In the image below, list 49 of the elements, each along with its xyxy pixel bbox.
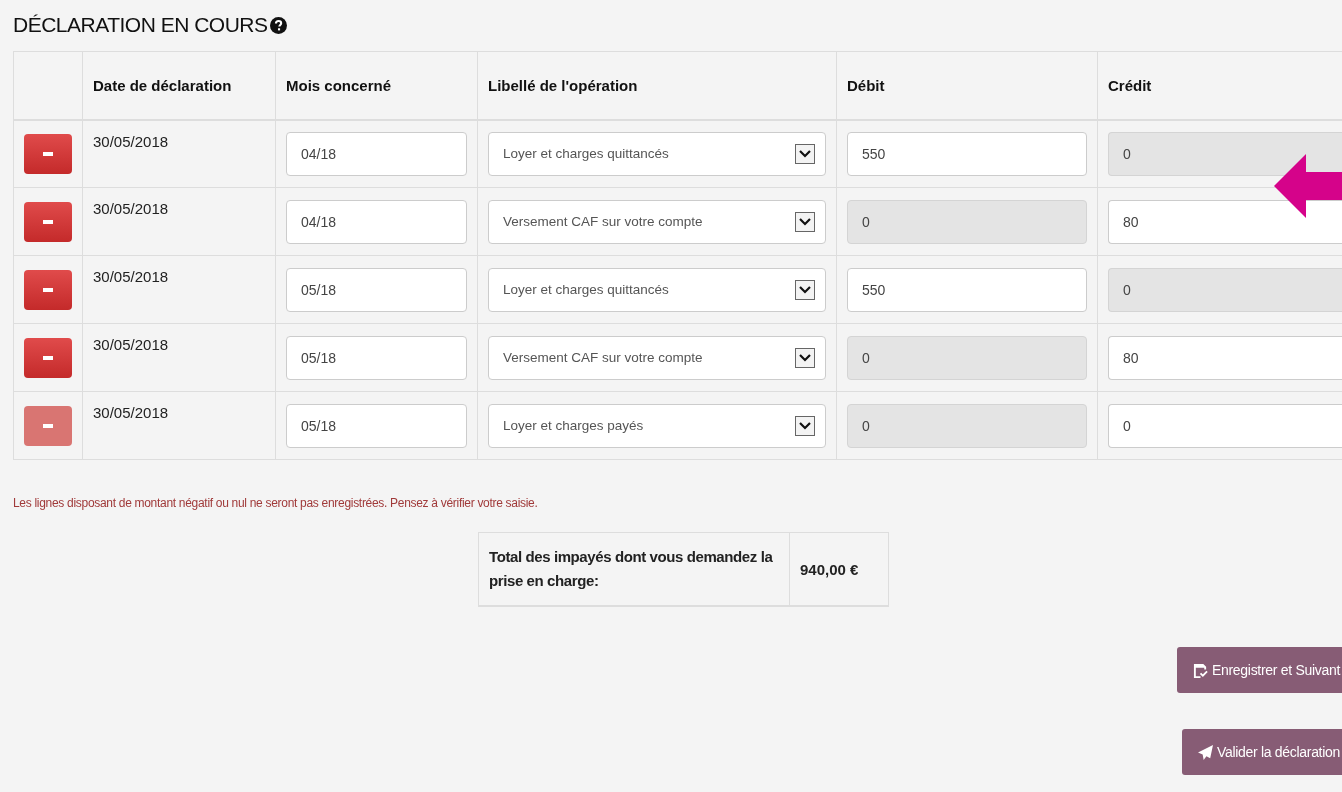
column-header: Date de déclaration	[82, 51, 276, 120]
month-field[interactable]: 04/18	[286, 199, 467, 244]
minus-icon	[43, 219, 53, 224]
operation-dropdown[interactable]: Loyer et charges quittancés	[488, 267, 826, 312]
dropdown-caret-icon	[795, 211, 815, 232]
table-cell: 30/05/2018	[82, 187, 276, 256]
table-cell: 30/05/2018	[82, 391, 276, 460]
operation-dropdown[interactable]: Versement CAF sur votre compte	[488, 199, 826, 244]
save-check-icon	[1192, 662, 1208, 678]
remove-row-button[interactable]	[24, 201, 72, 242]
minus-icon	[43, 355, 53, 360]
column-header: Crédit	[1097, 51, 1342, 120]
debit-field[interactable]: 550	[847, 267, 1087, 312]
help-icon[interactable]	[270, 16, 288, 34]
column-header: Débit	[836, 51, 1098, 120]
remove-row-button[interactable]	[24, 133, 72, 174]
dropdown-caret-icon	[795, 347, 815, 368]
total-label: Total des impayés dont vous demandez la prise en charge:	[479, 533, 790, 605]
month-field[interactable]: 05/18	[286, 267, 467, 312]
table-cell: 30/05/2018	[82, 323, 276, 392]
remove-row-button[interactable]	[24, 337, 72, 378]
month-field[interactable]: 05/18	[286, 403, 467, 448]
month-field[interactable]: 04/18	[286, 131, 467, 176]
minus-icon	[43, 287, 53, 292]
page-title: DÉCLARATION EN COURS	[13, 13, 268, 37]
column-header: Libellé de l'opération	[477, 51, 837, 120]
dropdown-caret-icon	[795, 415, 815, 436]
credit-field[interactable]: 0	[1108, 403, 1342, 448]
minus-icon	[43, 151, 53, 156]
operation-dropdown[interactable]: Loyer et charges quittancés	[488, 131, 826, 176]
save-next-button[interactable]: Enregistrer et Suivant	[1176, 647, 1342, 693]
dropdown-caret-icon	[795, 279, 815, 300]
debit-field[interactable]: 550	[847, 131, 1087, 176]
table-cell: 30/05/2018	[82, 255, 276, 324]
operation-dropdown[interactable]: Versement CAF sur votre compte	[488, 335, 826, 380]
operation-dropdown[interactable]: Loyer et charges payés	[488, 403, 826, 448]
dropdown-caret-icon	[795, 143, 815, 164]
total-amount: 940,00 €	[799, 559, 860, 580]
annotation-arrow	[1274, 154, 1342, 218]
warning-text: Les lignes disposant de montant négatif ou nul ne seront pas enregistrées. Pensez à vérifier votre saisie.	[13, 496, 539, 510]
credit-field[interactable]: 80	[1108, 335, 1342, 380]
minus-icon	[43, 423, 53, 428]
column-header: Mois concerné	[275, 51, 478, 120]
remove-row-button[interactable]	[24, 269, 72, 310]
month-field[interactable]: 05/18	[286, 335, 467, 380]
table-cell: 30/05/2018	[82, 119, 276, 188]
submit-button[interactable]: Valider la déclaration	[1181, 729, 1342, 775]
credit-field[interactable]: 80	[1108, 199, 1342, 244]
paper-plane-icon	[1197, 744, 1213, 760]
